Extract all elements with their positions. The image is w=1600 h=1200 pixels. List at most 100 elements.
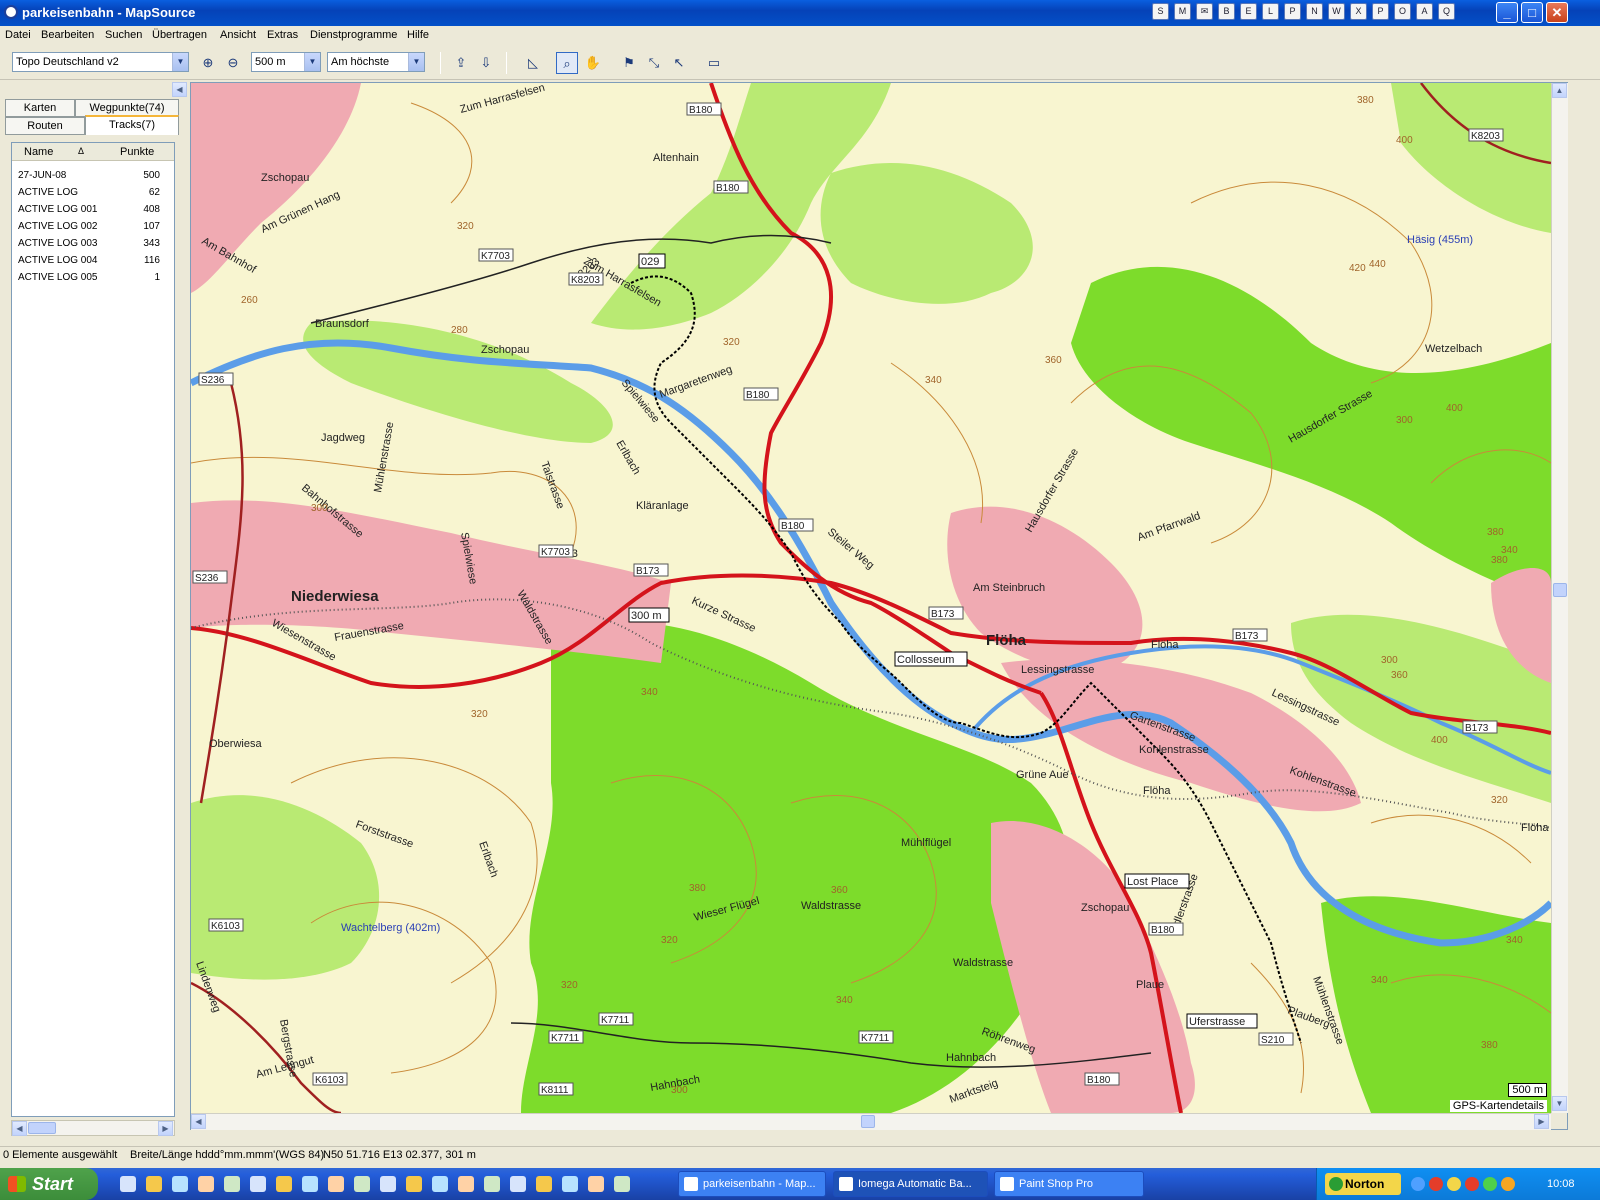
menu-uebertragen[interactable]: Übertragen (152, 29, 207, 41)
titlebar-app-icon[interactable]: M (1174, 3, 1191, 20)
titlebar-app-icon[interactable]: A (1416, 3, 1433, 20)
chevron-down-icon[interactable]: ▼ (408, 53, 424, 71)
menu-hilfe[interactable]: Hilfe (407, 29, 429, 41)
scroll-left-icon[interactable]: ◀ (12, 1121, 27, 1136)
quick-launch-pic-icon[interactable] (302, 1176, 318, 1192)
scroll-down-icon[interactable]: ▼ (1552, 1096, 1567, 1111)
quick-launch-H-icon[interactable] (484, 1176, 500, 1192)
quick-launch-ch-icon[interactable] (432, 1176, 448, 1192)
quick-launch-frog-icon[interactable] (458, 1176, 474, 1192)
track-row[interactable]: ACTIVE LOG 002 107 (12, 219, 174, 236)
norton-button[interactable]: Norton (1325, 1173, 1401, 1195)
quick-launch-wmp-icon[interactable] (146, 1176, 162, 1192)
titlebar-app-icon[interactable]: Q (1438, 3, 1455, 20)
quick-launch-tb-icon[interactable] (380, 1176, 396, 1192)
tab-karten[interactable]: Karten (5, 99, 75, 117)
update-icon[interactable] (1483, 1177, 1497, 1191)
quick-launch-zip-icon[interactable] (406, 1176, 422, 1192)
titlebar-app-icon[interactable]: P (1284, 3, 1301, 20)
map-product-select[interactable]: Topo Deutschland v2 ▼ (12, 52, 189, 72)
column-punkte[interactable]: Punkte (120, 146, 154, 158)
tracklist-horizontal-scrollbar[interactable]: ◀ ▶ (11, 1120, 175, 1136)
quick-launch-fox-icon[interactable] (328, 1176, 344, 1192)
chevron-down-icon[interactable]: ▼ (304, 53, 320, 71)
chevron-down-icon[interactable]: ▼ (172, 53, 188, 71)
track-row[interactable]: 27-JUN-08 500 (12, 168, 174, 185)
receive-from-device-icon[interactable]: ⇩ (475, 52, 497, 74)
scroll-thumb[interactable] (861, 1115, 875, 1128)
antivirus-icon[interactable] (1429, 1177, 1443, 1191)
quick-launch-ok-icon[interactable] (614, 1176, 630, 1192)
menu-datei[interactable]: Datei (5, 29, 31, 41)
quick-launch-ie-icon[interactable] (120, 1176, 136, 1192)
send-to-device-icon[interactable]: ⇪ (450, 52, 472, 74)
zoom-out-icon[interactable]: ⊖ (222, 52, 244, 74)
scroll-right-icon[interactable]: ▶ (158, 1121, 173, 1136)
waypoint-029[interactable]: 029 (641, 256, 659, 268)
scroll-thumb[interactable] (28, 1122, 56, 1134)
quick-launch-web2-icon[interactable] (536, 1176, 552, 1192)
task-mapsource[interactable]: parkeisenbahn - Map... (678, 1171, 826, 1197)
network-icon[interactable] (1411, 1177, 1425, 1191)
titlebar-app-icon[interactable]: N (1306, 3, 1323, 20)
map-vertical-scrollbar[interactable]: ▲ ▼ (1551, 83, 1568, 1113)
mapsource-app-icon[interactable] (4, 5, 18, 19)
start-button[interactable]: Start (0, 1168, 98, 1200)
scroll-right-icon[interactable]: ▶ (1534, 1114, 1549, 1129)
minimize-button[interactable]: _ (1496, 2, 1518, 23)
titlebar-app-icon[interactable]: P (1372, 3, 1389, 20)
menu-bearbeiten[interactable]: Bearbeiten (41, 29, 94, 41)
waypoint-lost-place[interactable]: Lost Place (1127, 876, 1178, 888)
scroll-up-icon[interactable]: ▲ (1552, 83, 1567, 98)
titlebar-app-icon[interactable]: B (1218, 3, 1235, 20)
titlebar-app-icon[interactable]: X (1350, 3, 1367, 20)
volume-icon[interactable] (1447, 1177, 1461, 1191)
menu-dienstprogramme[interactable]: Dienstprogramme (310, 29, 397, 41)
task-iomega[interactable]: Iomega Automatic Ba... (833, 1171, 988, 1197)
close-button[interactable]: ✕ (1546, 2, 1568, 23)
task-paint-shop-pro[interactable]: Paint Shop Pro (994, 1171, 1144, 1197)
map-canvas[interactable]: Niederwiesa Flöha Zum Harrasfelsen Altenhai… (191, 83, 1551, 1113)
waypoint-flag-icon[interactable]: ⚑ (618, 52, 640, 74)
track-list[interactable]: Name Δ Punkte 27-JUN-08 500 ACTIVE LOG 62 AC… (11, 142, 175, 1117)
quick-launch-eye-icon[interactable] (510, 1176, 526, 1192)
zoom-tool-icon[interactable]: ⌕ (556, 52, 578, 74)
quick-launch-mp-icon[interactable] (588, 1176, 604, 1192)
map-horizontal-scrollbar[interactable]: ◀ ▶ (191, 1113, 1551, 1130)
titlebar-app-icon[interactable]: E (1240, 3, 1257, 20)
topo-map[interactable]: NiederwiesaFlöhaZum HarrasfelsenAltenhai… (191, 83, 1551, 1113)
scroll-left-icon[interactable]: ◀ (191, 1114, 206, 1129)
zoom-scale-select[interactable]: 500 m ▼ (251, 52, 321, 72)
track-row[interactable]: ACTIVE LOG 62 (12, 185, 174, 202)
titlebar-app-icon[interactable]: L (1262, 3, 1279, 20)
maximize-button[interactable]: □ (1521, 2, 1543, 23)
menu-extras[interactable]: Extras (267, 29, 298, 41)
scroll-thumb[interactable] (1553, 583, 1567, 597)
track-row[interactable]: ACTIVE LOG 004 116 (12, 253, 174, 270)
quick-launch-web-icon[interactable] (250, 1176, 266, 1192)
quick-launch-ds-icon[interactable] (172, 1176, 188, 1192)
quick-launch-doc-icon[interactable] (224, 1176, 240, 1192)
waypoint-uferstrasse[interactable]: Uferstrasse (1189, 1016, 1245, 1028)
track-distance-badge[interactable]: 300 m (631, 610, 662, 622)
menu-ansicht[interactable]: Ansicht (220, 29, 256, 41)
quick-launch-moz-icon[interactable] (562, 1176, 578, 1192)
zoom-in-icon[interactable]: ⊕ (197, 52, 219, 74)
titlebar-app-icon[interactable]: O (1394, 3, 1411, 20)
track-row[interactable]: ACTIVE LOG 005 1 (12, 270, 174, 287)
track-row[interactable]: ACTIVE LOG 001 408 (12, 202, 174, 219)
title-bar[interactable]: parkeisenbahn - MapSource S M ✉ B E L P N W X P O A Q… (0, 0, 1600, 26)
column-name[interactable]: Name (24, 146, 53, 158)
measure-ruler-icon[interactable]: ▭ (703, 52, 725, 74)
detail-level-select[interactable]: Am höchste ▼ (327, 52, 425, 72)
tab-tracks[interactable]: Tracks(7) (85, 115, 179, 135)
menu-suchen[interactable]: Suchen (105, 29, 142, 41)
quick-launch-sd-icon[interactable] (354, 1176, 370, 1192)
tab-routen[interactable]: Routen (5, 117, 85, 135)
titlebar-app-icon[interactable]: W (1328, 3, 1345, 20)
map-view[interactable]: Niederwiesa Flöha Zum Harrasfelsen Altenhai… (190, 82, 1568, 1130)
waypoint-collosseum[interactable]: Collosseum (897, 654, 954, 666)
security-icon[interactable] (1501, 1177, 1515, 1191)
quick-launch-ct-icon[interactable] (198, 1176, 214, 1192)
selection-arrow-icon[interactable]: ↖ (668, 52, 690, 74)
